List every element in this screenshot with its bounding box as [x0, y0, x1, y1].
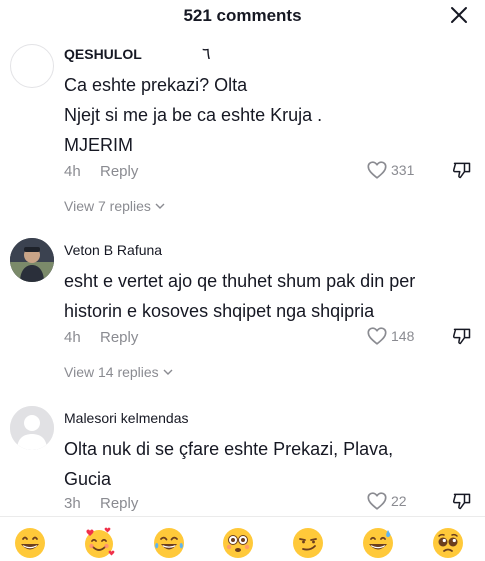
comment-item: Malesori kelmendas Olta nuk di se çfare … — [0, 398, 485, 516]
dislike-button[interactable] — [452, 491, 472, 516]
like-count: 22 — [391, 493, 407, 509]
smiling-face-with-hearts-emoji[interactable] — [83, 527, 115, 559]
avatar[interactable] — [10, 44, 54, 88]
smirking-face-emoji[interactable] — [292, 527, 324, 559]
like-count: 331 — [391, 162, 415, 178]
comment-username[interactable]: Malesori kelmendas — [64, 410, 189, 426]
grinning-sweat-emoji[interactable] — [362, 527, 394, 559]
pleading-face-emoji[interactable] — [432, 527, 464, 559]
reply-button[interactable]: Reply — [100, 163, 138, 180]
dislike-button[interactable] — [452, 326, 472, 351]
heart-icon — [367, 327, 387, 345]
avatar[interactable] — [10, 406, 54, 450]
chevron-down-icon — [155, 203, 165, 209]
reply-button[interactable]: Reply — [100, 329, 138, 346]
username-extra-glyph: ٦ — [202, 46, 211, 63]
thumbs-down-icon — [452, 493, 471, 510]
comment-username[interactable]: Veton B Rafuna — [64, 242, 162, 258]
chevron-down-icon — [163, 369, 173, 375]
emoji-bar — [0, 516, 485, 561]
comment-item: Veton B Rafuna esht e vertet ajo qe thuh… — [0, 230, 485, 390]
like-button[interactable]: 331 — [366, 159, 414, 181]
comment-text: Olta nuk di se çfare eshte Prekazi, Plav… — [64, 439, 394, 489]
comment-timestamp: 4h — [64, 163, 81, 180]
comment-timestamp: 4h — [64, 329, 81, 346]
comment-text: esht e vertet ajo qe thuhet shum pak din… — [64, 271, 416, 321]
comment-timestamp: 3h — [64, 495, 81, 512]
grinning-face-emoji[interactable] — [14, 527, 46, 559]
dislike-button[interactable] — [452, 160, 472, 185]
reply-button[interactable]: Reply — [100, 495, 138, 512]
comment-username[interactable]: QESHULOL — [64, 46, 142, 62]
like-button[interactable]: 148 — [366, 325, 414, 347]
view-replies-button[interactable]: View 7 replies — [64, 198, 165, 214]
comment-text: Ca eshte prekazi? Olta Njejt si me ja be… — [64, 75, 323, 155]
thumbs-down-icon — [452, 328, 471, 345]
tears-of-joy-emoji[interactable] — [153, 527, 185, 559]
comment-item: QESHULOL ٦ Ca eshte prekazi? Olta Njejt … — [0, 0, 485, 220]
flushed-face-emoji[interactable] — [222, 527, 254, 559]
like-count: 148 — [391, 328, 415, 344]
view-replies-button[interactable]: View 14 replies — [64, 364, 173, 380]
thumbs-down-icon — [452, 162, 471, 179]
heart-icon — [367, 492, 387, 510]
heart-icon — [367, 161, 387, 179]
avatar[interactable] — [10, 238, 54, 282]
like-button[interactable]: 22 — [366, 490, 407, 512]
